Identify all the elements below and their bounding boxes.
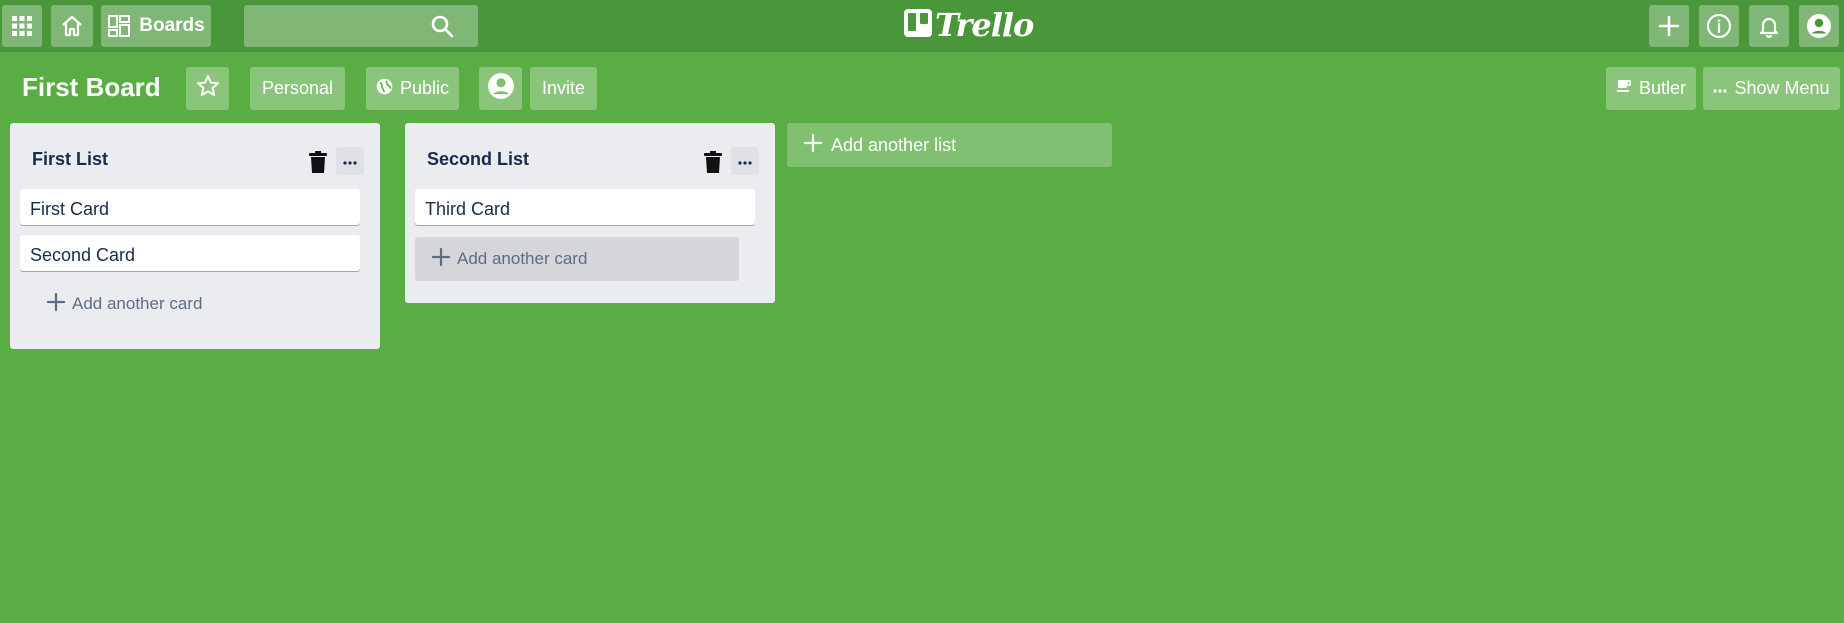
list-first: First List First Card Second Card Add an… (10, 123, 380, 349)
notifications-button[interactable] (1749, 5, 1789, 47)
plus-icon (431, 247, 451, 272)
card[interactable]: Third Card (415, 189, 755, 225)
team-visibility-label: Personal (261, 78, 334, 98)
bell-icon (1757, 14, 1781, 38)
trello-logo-icon (904, 8, 932, 42)
plus-icon (803, 133, 823, 158)
info-icon (1706, 13, 1732, 39)
search-input[interactable] (244, 5, 434, 47)
star-icon (196, 74, 220, 103)
trello-logo-text: Trello (935, 6, 1034, 44)
team-visibility-button[interactable]: Personal (250, 67, 345, 110)
account-button[interactable] (1799, 5, 1839, 47)
butler-icon (1616, 78, 1632, 99)
list-menu-button[interactable] (336, 147, 364, 175)
list-menu-button[interactable] (731, 147, 759, 175)
card[interactable]: Second Card (20, 235, 360, 271)
butler-label: Butler (1638, 78, 1687, 98)
create-button[interactable] (1649, 5, 1689, 47)
invite-label: Invite (541, 78, 586, 98)
list-title[interactable]: First List (32, 149, 108, 170)
member-avatar[interactable] (479, 67, 522, 110)
home-icon (60, 14, 84, 38)
add-card-label: Add another card (457, 249, 588, 268)
board-title[interactable]: First Board (22, 72, 161, 103)
add-card-button[interactable]: Add another card (30, 282, 354, 326)
list-title[interactable]: Second List (427, 149, 529, 170)
boards-button[interactable]: Boards (101, 5, 211, 47)
trash-icon[interactable] (309, 151, 331, 177)
list-second: Second List Third Card Add another card (405, 123, 775, 303)
home-button[interactable] (51, 5, 93, 47)
show-menu-button[interactable]: Show Menu (1703, 67, 1840, 110)
visibility-button[interactable]: Public (366, 67, 459, 110)
plus-icon (1658, 15, 1680, 37)
apps-button[interactable] (2, 5, 42, 47)
more-icon (343, 152, 357, 170)
butler-button[interactable]: Butler (1606, 67, 1696, 110)
account-icon (1806, 13, 1832, 39)
account-icon (487, 72, 515, 105)
boards-icon (107, 14, 131, 38)
search-box (244, 5, 478, 47)
more-icon (738, 152, 752, 170)
search-icon[interactable] (430, 14, 454, 43)
top-nav-bar: Boards Trello (0, 0, 1844, 52)
globe-icon (376, 78, 393, 100)
show-menu-label: Show Menu (1734, 78, 1830, 98)
info-button[interactable] (1699, 5, 1739, 47)
trello-logo[interactable]: Trello (904, 6, 1034, 44)
apps-icon (11, 15, 33, 37)
add-card-label: Add another card (72, 294, 203, 313)
more-icon (1713, 78, 1728, 99)
card[interactable]: First Card (20, 189, 360, 225)
invite-button[interactable]: Invite (530, 67, 597, 110)
boards-label: Boards (139, 15, 205, 36)
star-board-button[interactable] (186, 67, 229, 110)
add-card-button[interactable]: Add another card (415, 237, 739, 281)
add-list-label: Add another list (831, 134, 957, 155)
plus-icon (46, 292, 66, 317)
visibility-label: Public (399, 78, 450, 98)
trash-icon[interactable] (704, 151, 726, 177)
add-list-button[interactable]: Add another list (787, 123, 1112, 167)
